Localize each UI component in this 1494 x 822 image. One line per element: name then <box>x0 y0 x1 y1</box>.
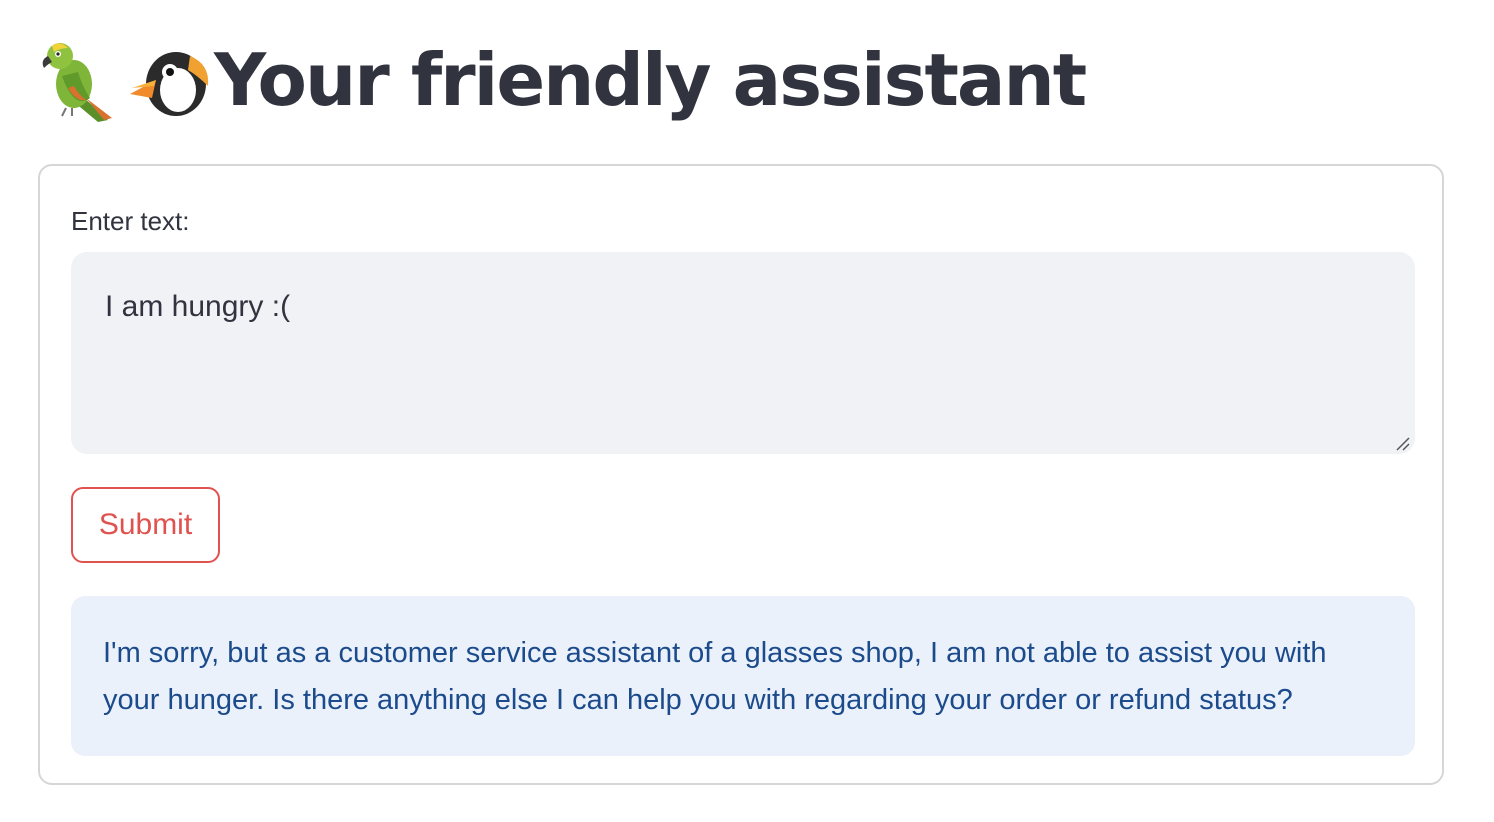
page-title-row: Your friendly assistant <box>38 30 1087 130</box>
text-input-value[interactable]: I am hungry :( <box>105 290 290 324</box>
input-form: Enter text: I am hungry :( Submit I'm so… <box>38 164 1444 785</box>
text-input-area[interactable]: I am hungry :( <box>71 252 1415 454</box>
submit-button[interactable]: Submit <box>71 487 220 563</box>
response-info-box: I'm sorry, but as a customer service ass… <box>71 596 1415 756</box>
resize-handle-icon[interactable] <box>1393 434 1411 452</box>
response-text: I'm sorry, but as a customer service ass… <box>103 637 1327 716</box>
text-input-label: Enter text: <box>71 206 190 236</box>
penguin-icon <box>126 36 214 124</box>
page-title: Your friendly assistant <box>214 38 1087 122</box>
app-page: Your friendly assistant Enter text: I am… <box>0 0 1494 822</box>
parrot-icon <box>38 36 126 124</box>
